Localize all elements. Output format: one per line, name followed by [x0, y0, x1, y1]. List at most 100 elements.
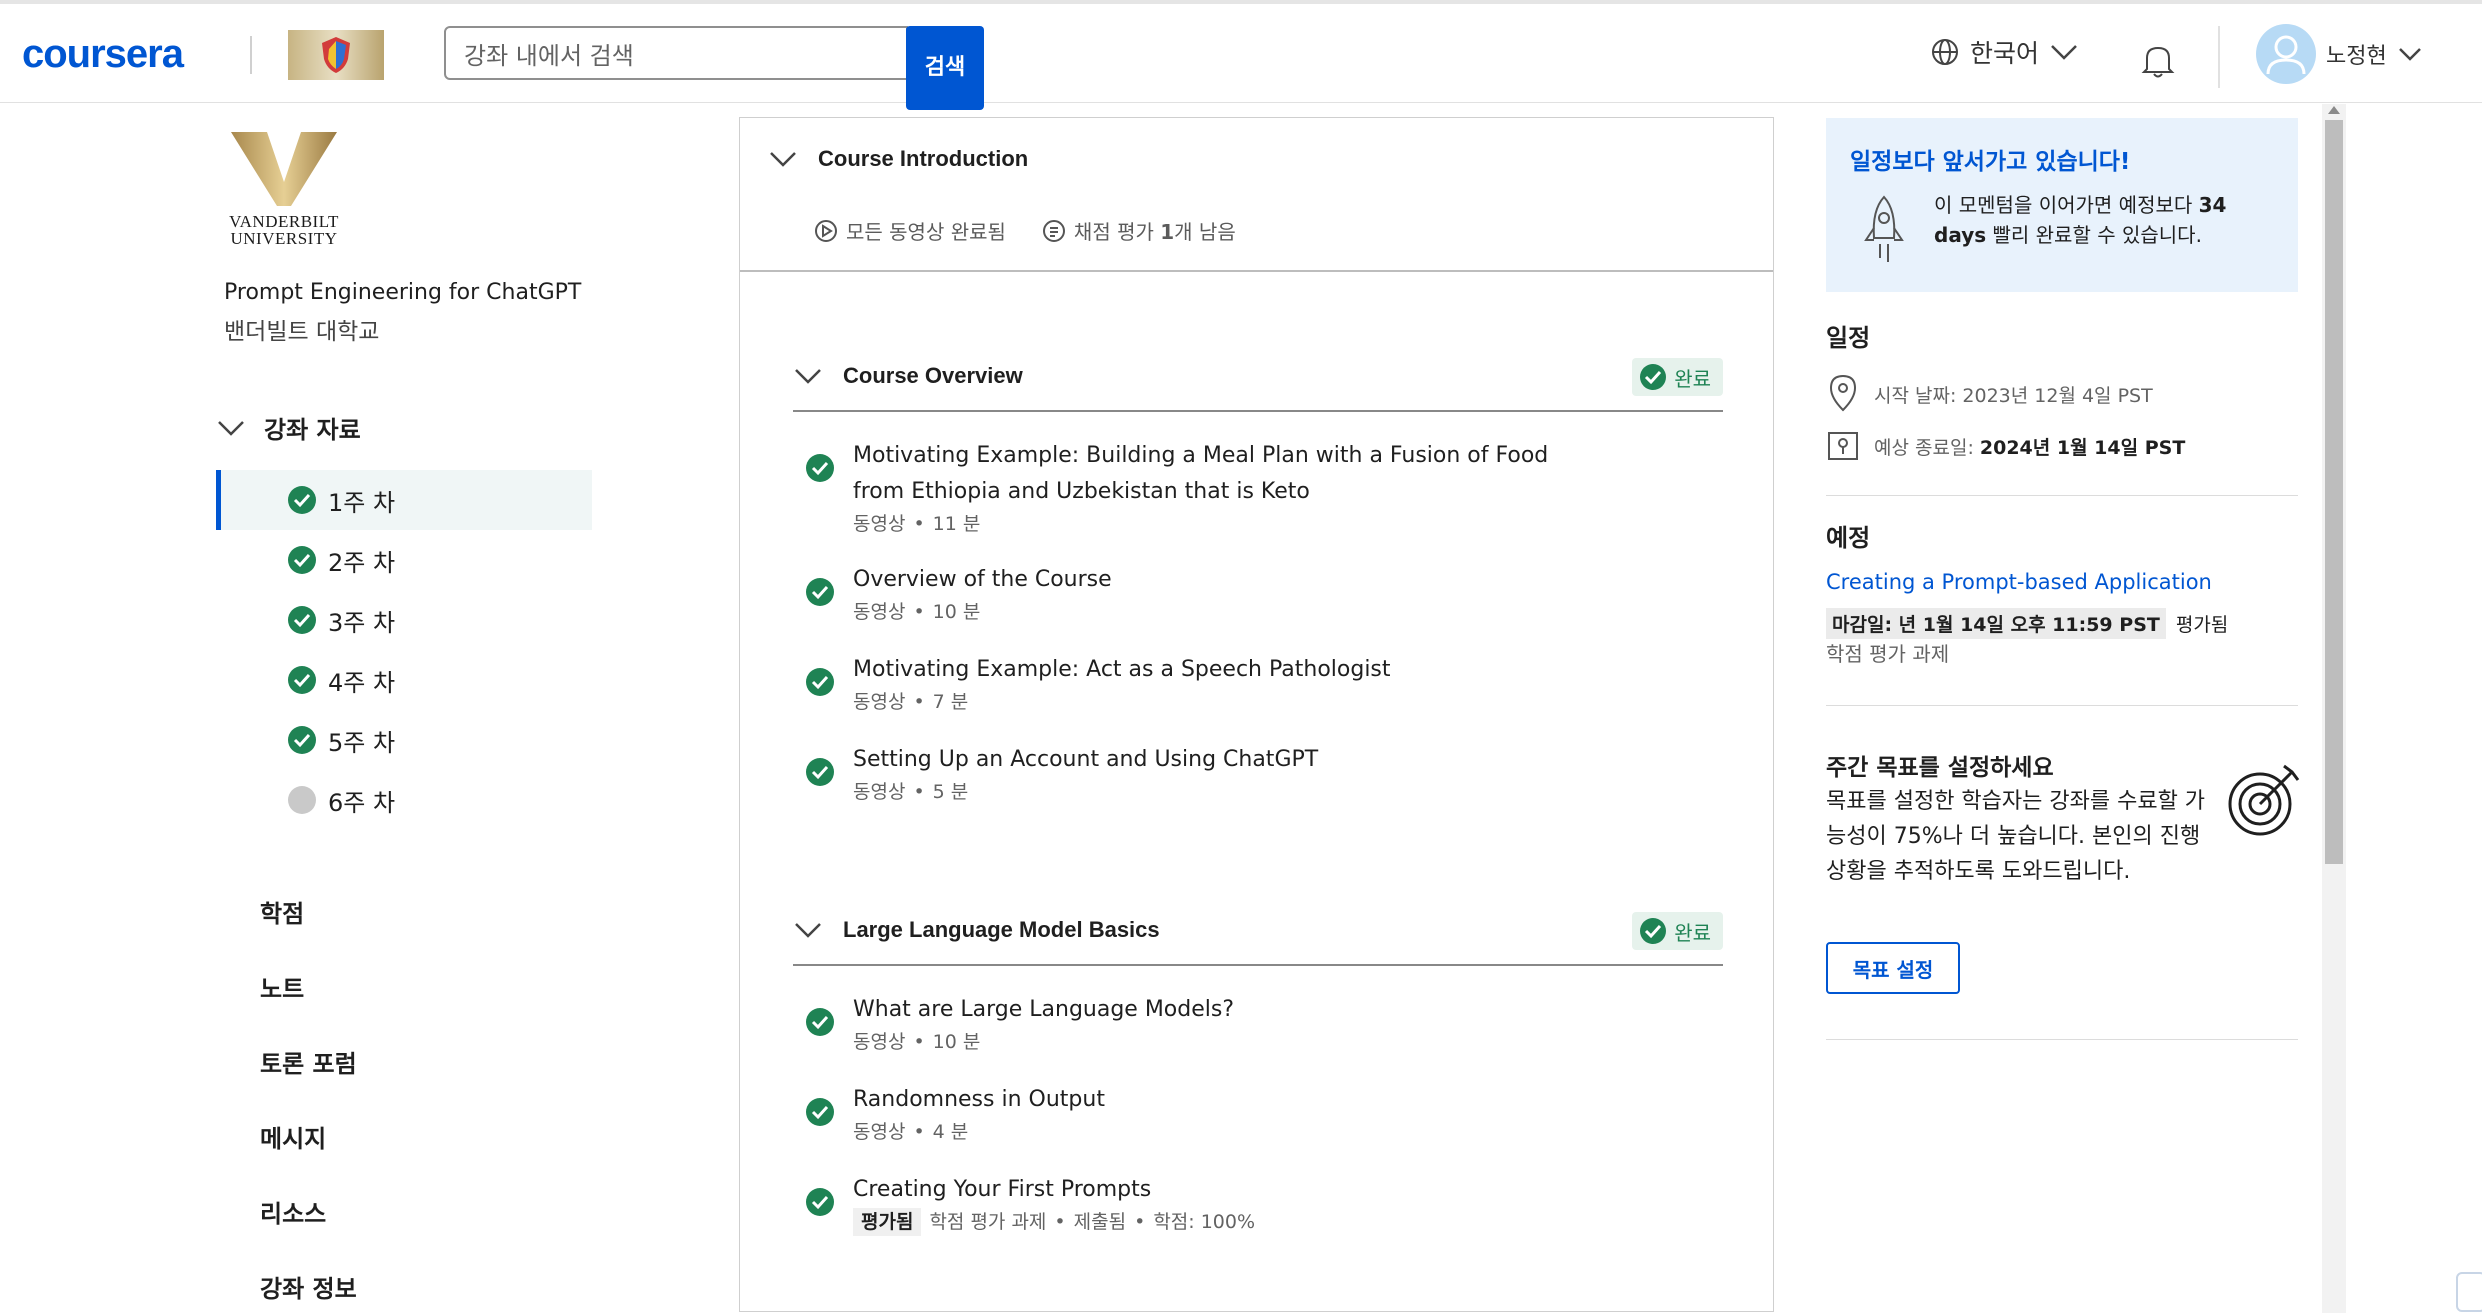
item-meta: 동영상 • 5 분: [853, 778, 1723, 806]
upcoming-title: 예정: [1826, 524, 1871, 552]
item-title: What are Large Language Models?: [853, 997, 1235, 1022]
sidebar-item-grades[interactable]: 학점: [260, 874, 357, 949]
completed-label: 완료: [1674, 920, 1711, 945]
sidebar-item-messages[interactable]: 메시지: [260, 1099, 357, 1174]
language-selector[interactable]: 한국어: [1930, 34, 2079, 70]
item-type: 동영상: [853, 781, 906, 803]
item-duration: 10 분: [932, 1031, 981, 1053]
sidebar-item-course-info[interactable]: 강좌 정보: [260, 1249, 357, 1313]
avatar: [2256, 24, 2316, 84]
check-circle-icon: [288, 546, 316, 574]
due-date-chip: 마감일: 년 1월 14일 오후 11:59 PST: [1826, 608, 2166, 639]
item-title-line-1: Motivating Example: Building a Meal Plan…: [853, 443, 1549, 468]
videos-status: 모든 동영상 완료됨: [814, 216, 1006, 245]
scroll-up-arrow-icon[interactable]: [2328, 106, 2340, 114]
goal-text: 목표를 설정한 학습자는 강좌를 수료할 가능성이 75%나 더 높습니다. 본…: [1826, 789, 2206, 884]
scrollbar-thumb[interactable]: [2325, 120, 2343, 864]
user-icon: [2266, 35, 2306, 75]
module-course-overview: Course Overview 완료 Motivating Example: B…: [793, 342, 1723, 806]
item-score: 학점: 100%: [1153, 1211, 1256, 1233]
item-title: Randomness in Output: [853, 1087, 1105, 1112]
secondary-nav: 학점 노트 토론 포럼 메시지 리소스 강좌 정보: [260, 874, 357, 1313]
sidebar-item-week-4[interactable]: 4주 차: [216, 650, 592, 710]
search-input[interactable]: 강좌 내에서 검색: [444, 26, 908, 80]
sidebar-item-week-6[interactable]: 6주 차: [216, 770, 592, 830]
course-introduction-section: Course Introduction 모든 동영상 완료됨 채점 평가 1개 …: [740, 118, 1773, 272]
chevron-down-icon: [770, 152, 796, 167]
module-header[interactable]: Large Language Model Basics 완료: [793, 896, 1723, 966]
upcoming-section: 예정 Creating a Prompt-based Application 마…: [1826, 518, 2298, 706]
page-scrollbar[interactable]: [2322, 104, 2346, 1313]
course-introduction-meta: 모든 동영상 완료됨 채점 평가 1개 남음: [814, 216, 1236, 245]
end-date-label: 예상 종료일:: [1874, 436, 1980, 459]
item-meta: 동영상 • 10 분: [853, 1028, 1723, 1056]
module-header[interactable]: Course Overview 완료: [793, 342, 1723, 412]
upcoming-assignment-link[interactable]: Creating a Prompt-based Application: [1826, 570, 2212, 594]
user-menu[interactable]: 노정현: [2256, 24, 2423, 84]
schedule-title: 일정: [1826, 324, 1871, 352]
ahead-of-schedule-card: 일정보다 앞서가고 있습니다! 이 모멘텀을 이어가면 예정보다 34 days…: [1826, 118, 2298, 292]
week-list: 1주 차 2주 차 3주 차 4주 차 5주 차 6주 차: [216, 470, 592, 830]
course-materials-toggle[interactable]: 강좌 자료: [216, 410, 361, 445]
search-placeholder: 강좌 내에서 검색: [464, 41, 634, 70]
chevron-down-icon: [218, 420, 244, 436]
graded-status-suffix: 개 남음: [1174, 220, 1236, 244]
search-button[interactable]: 검색: [906, 26, 984, 110]
item-meta: 동영상 • 4 분: [853, 1118, 1723, 1146]
list-item[interactable]: Motivating Example: Building a Meal Plan…: [793, 438, 1723, 538]
check-circle-icon: [806, 1188, 834, 1216]
schedule-section: 일정 시작 날짜: 2023년 12월 4일 PST 예상 종료일: 2024년…: [1826, 318, 2298, 496]
check-circle-icon: [1640, 364, 1667, 390]
module-title: Large Language Model Basics: [843, 917, 1160, 942]
incomplete-circle-icon: [288, 786, 316, 814]
item-title: Setting Up an Account and Using ChatGPT: [853, 747, 1319, 772]
check-circle-icon: [806, 1008, 834, 1036]
top-header: coursera 강좌 내에서 검색 검색 한국어 노정현: [0, 0, 2482, 110]
list-item[interactable]: Creating Your First Prompts 평가됨 학점 평가 과제 •…: [793, 1172, 1723, 1236]
sidebar-item-notes[interactable]: 노트: [260, 949, 357, 1024]
shield-icon: [322, 37, 350, 73]
item-title-line-2: from Ethiopia and Uzbekistan that is Ket…: [853, 479, 1310, 504]
week-label: 2주 차: [328, 548, 396, 577]
sidebar-item-forums[interactable]: 토론 포럼: [260, 1024, 357, 1099]
list-item[interactable]: Motivating Example: Act as a Speech Path…: [793, 652, 1723, 716]
graded-status-count: 1: [1160, 220, 1175, 244]
item-duration: 11 분: [932, 513, 981, 535]
course-introduction-toggle[interactable]: Course Introduction: [768, 146, 1028, 172]
sidebar-item-week-1[interactable]: 1주 차: [216, 470, 592, 530]
item-type: 동영상: [853, 691, 906, 713]
header-divider: [2218, 26, 2220, 88]
item-meta: 평가됨 학점 평가 과제 • 제출됨 • 학점: 100%: [853, 1208, 1723, 1236]
item-duration: 4 분: [932, 1121, 969, 1143]
list-item[interactable]: Setting Up an Account and Using ChatGPT …: [793, 742, 1723, 806]
list-item[interactable]: Overview of the Course 동영상 • 10 분: [793, 562, 1723, 626]
list-item[interactable]: Randomness in Output 동영상 • 4 분: [793, 1082, 1723, 1146]
graded-chip: 평가됨: [853, 1208, 922, 1236]
set-goal-button[interactable]: 목표 설정: [1826, 942, 1960, 994]
week-label: 4주 차: [328, 668, 396, 697]
assignment-icon: [1042, 219, 1065, 242]
chevron-down-icon: [795, 923, 821, 938]
coursera-logo[interactable]: coursera: [22, 32, 184, 77]
ahead-text: 이 모멘텀을 이어가면 예정보다 34 days 빨리 완료할 수 있습니다.: [1934, 190, 2274, 250]
sidebar-item-week-2[interactable]: 2주 차: [216, 530, 592, 590]
help-widget-icon[interactable]: [2456, 1272, 2482, 1312]
item-type: 학점 평가 과제: [929, 1211, 1047, 1233]
graded-status-prefix: 채점 평가: [1073, 220, 1161, 244]
rocket-icon: [1864, 195, 1904, 262]
item-title: Motivating Example: Building a Meal Plan…: [853, 438, 1723, 510]
sidebar-item-week-5[interactable]: 5주 차: [216, 710, 592, 770]
sidebar-item-week-3[interactable]: 3주 차: [216, 590, 592, 650]
target-icon: [2228, 764, 2300, 836]
check-circle-icon: [288, 606, 316, 634]
list-item[interactable]: What are Large Language Models? 동영상 • 10 분: [793, 992, 1723, 1056]
right-panel: 일정보다 앞서가고 있습니다! 이 모멘텀을 이어가면 예정보다 34 days…: [1826, 118, 2300, 1040]
goal-title: 주간 목표를 설정하세요: [1826, 755, 2054, 781]
chevron-down-icon: [795, 369, 821, 384]
ahead-text-part-2: 빨리 완료할 수 있습니다.: [1986, 223, 2202, 247]
notifications-button[interactable]: [2138, 40, 2178, 85]
university-logo[interactable]: VANDERBILT UNIVERSITY: [224, 130, 344, 247]
finish-flag-icon: [1828, 432, 1858, 460]
sidebar-item-resources[interactable]: 리소스: [260, 1174, 357, 1249]
partner-logo[interactable]: [288, 30, 384, 80]
